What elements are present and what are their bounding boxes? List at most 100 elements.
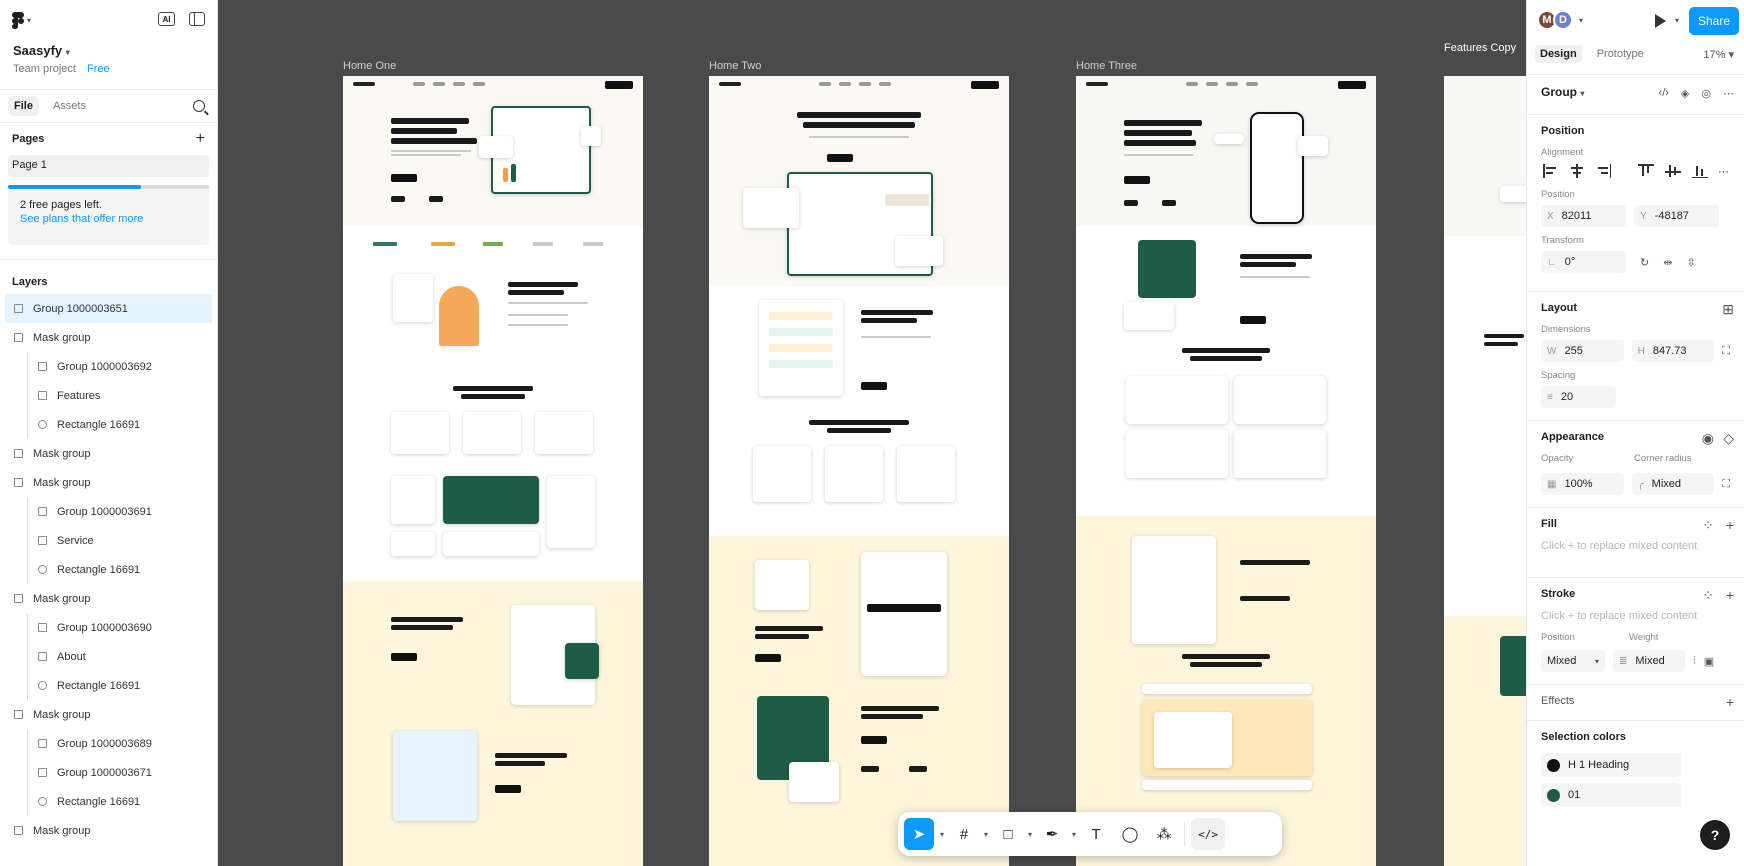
shape-tool-button[interactable]: □ [994,818,1022,850]
blend-icon[interactable]: ◇ [1723,430,1734,447]
more-icon[interactable]: ⋯ [1723,87,1734,100]
width-field[interactable]: W 255 [1541,340,1624,362]
opacity-field[interactable]: ▦ 100% [1541,473,1624,495]
layer-row[interactable]: Mask group [0,439,217,468]
ai-icon[interactable]: AI [158,12,175,26]
stroke-position-select[interactable]: Mixed ▾ [1541,650,1605,672]
flip-horizontal-icon[interactable]: ⇹ [1663,256,1672,269]
align-top-icon[interactable] [1637,163,1655,179]
avatar[interactable]: D [1553,10,1573,30]
tab-assets[interactable]: Assets [47,96,92,116]
layer-row[interactable]: Rectangle 16691 [0,787,217,816]
layer-row[interactable]: Service [0,526,217,555]
chevron-down-icon[interactable]: ▾ [1028,830,1032,839]
x-field[interactable]: X 82011 [1541,205,1626,227]
rotate-icon[interactable]: ↻ [1640,256,1649,269]
layer-row[interactable]: Mask group [0,700,217,729]
see-plans-link[interactable]: See plans that offer more [20,213,197,225]
add-page-icon[interactable]: + [196,130,205,148]
selection-color-item[interactable]: 01 [1541,783,1681,807]
stroke-weight-field[interactable]: ≣ Mixed [1613,650,1685,672]
toggle-sidebar-icon[interactable] [189,12,205,26]
component-icon[interactable]: ◈ [1681,87,1689,100]
align-left-icon[interactable] [1541,163,1559,179]
layer-row[interactable]: Group 1000003689 [0,729,217,758]
frame-features-copy[interactable] [1444,76,1526,866]
layer-row[interactable]: Group 1000003690 [0,613,217,642]
chevron-down-icon[interactable]: ▾ [984,830,988,839]
present-icon[interactable] [1655,14,1666,28]
layer-row[interactable]: Features [0,381,217,410]
tab-file[interactable]: File [8,96,39,116]
add-fill-icon[interactable]: + [1726,517,1734,533]
share-button[interactable]: Share [1689,7,1739,35]
flip-vertical-icon[interactable]: ⇳ [1686,256,1695,269]
zoom-level[interactable]: 17% ▾ [1703,48,1734,61]
frame-label-features-copy[interactable]: Features Copy [1444,42,1516,54]
text-tool-button[interactable]: T [1082,818,1110,850]
constrain-proportions-icon[interactable]: ⛶ [1722,345,1730,358]
stroke-sides-icon[interactable]: ▣ [1704,655,1714,668]
tab-design[interactable]: Design [1535,45,1582,63]
frame-label-home-one[interactable]: Home One [343,60,396,72]
styles-icon[interactable]: ⁘ [1702,587,1714,604]
search-icon[interactable] [193,100,205,112]
move-tool-button[interactable]: ➤ [904,818,934,850]
add-effect-icon[interactable]: + [1726,694,1734,710]
layer-row[interactable]: Mask group [0,816,217,845]
dev-mode-toggle[interactable]: </> [1191,818,1226,850]
layer-row[interactable]: Group 1000003671 [0,758,217,787]
layer-row[interactable]: About [0,642,217,671]
frame-home-three[interactable] [1076,76,1376,866]
actions-tool-button[interactable]: ⁂ [1150,818,1178,850]
eye-icon[interactable]: ◉ [1702,430,1714,447]
layer-row[interactable]: Group 1000003691 [0,497,217,526]
align-center-v-icon[interactable] [1664,163,1682,179]
spacing-field[interactable]: ≡ 20 [1541,386,1616,408]
project-name-button[interactable]: Saasyfy ▾ [13,43,70,58]
main-menu-button[interactable]: ▾ [12,12,31,29]
layer-row[interactable]: Rectangle 16691 [0,410,217,439]
align-bottom-icon[interactable] [1691,163,1709,179]
h-key: H [1637,345,1645,357]
layer-row[interactable]: Rectangle 16691 [0,671,217,700]
frame-label-home-three[interactable]: Home Three [1076,60,1137,72]
layer-row[interactable]: Rectangle 16691 [0,555,217,584]
y-field[interactable]: Y -48187 [1634,205,1719,227]
mask-icon[interactable]: ◎ [1701,87,1711,100]
frame-home-two[interactable] [709,76,1009,866]
selection-color-item[interactable]: H 1 Heading [1541,753,1681,777]
independent-corners-icon[interactable]: ⛶ [1722,478,1730,491]
auto-layout-icon[interactable]: ⊞ [1722,301,1734,318]
page-item-1[interactable]: Page 1 [8,155,209,177]
styles-icon[interactable]: ⁘ [1702,517,1714,534]
chevron-down-icon[interactable]: ▾ [940,830,944,839]
corner-radius-field[interactable]: ╭ Mixed [1631,473,1715,495]
tab-prototype[interactable]: Prototype [1592,45,1649,63]
chevron-down-icon[interactable]: ▾ [1675,16,1679,25]
align-right-icon[interactable] [1595,163,1613,179]
height-field[interactable]: H 847.73 [1631,340,1715,362]
chevron-down-icon[interactable]: ▾ [1579,16,1583,25]
frame-home-one[interactable] [343,76,643,866]
stroke-settings-icon[interactable]: ⫶ [1693,655,1696,668]
chevron-down-icon[interactable]: ▾ [1072,830,1076,839]
layer-row[interactable]: Mask group [0,468,217,497]
plan-link[interactable]: Free [87,63,110,75]
help-button[interactable]: ? [1700,820,1730,850]
frame-label-home-two[interactable]: Home Two [709,60,761,72]
more-align-icon[interactable]: ⋯ [1718,165,1729,178]
layer-row[interactable]: Group 1000003692 [0,352,217,381]
layer-row[interactable]: Group 1000003651 [5,294,212,323]
pen-tool-button[interactable]: ✒ [1038,818,1066,850]
layer-row[interactable]: Mask group [0,323,217,352]
rotation-field[interactable]: ∟ 0° [1541,251,1626,273]
code-icon[interactable]: ‹/› [1659,87,1669,100]
layer-label: Mask group [33,331,91,344]
canvas[interactable]: Home One Home Two Home Three Features Co… [218,0,1526,866]
layer-row[interactable]: Mask group [0,584,217,613]
comment-tool-button[interactable]: ◯ [1116,818,1144,850]
align-center-h-icon[interactable] [1568,163,1586,179]
add-stroke-icon[interactable]: + [1726,587,1734,603]
frame-tool-button[interactable]: # [950,818,978,850]
